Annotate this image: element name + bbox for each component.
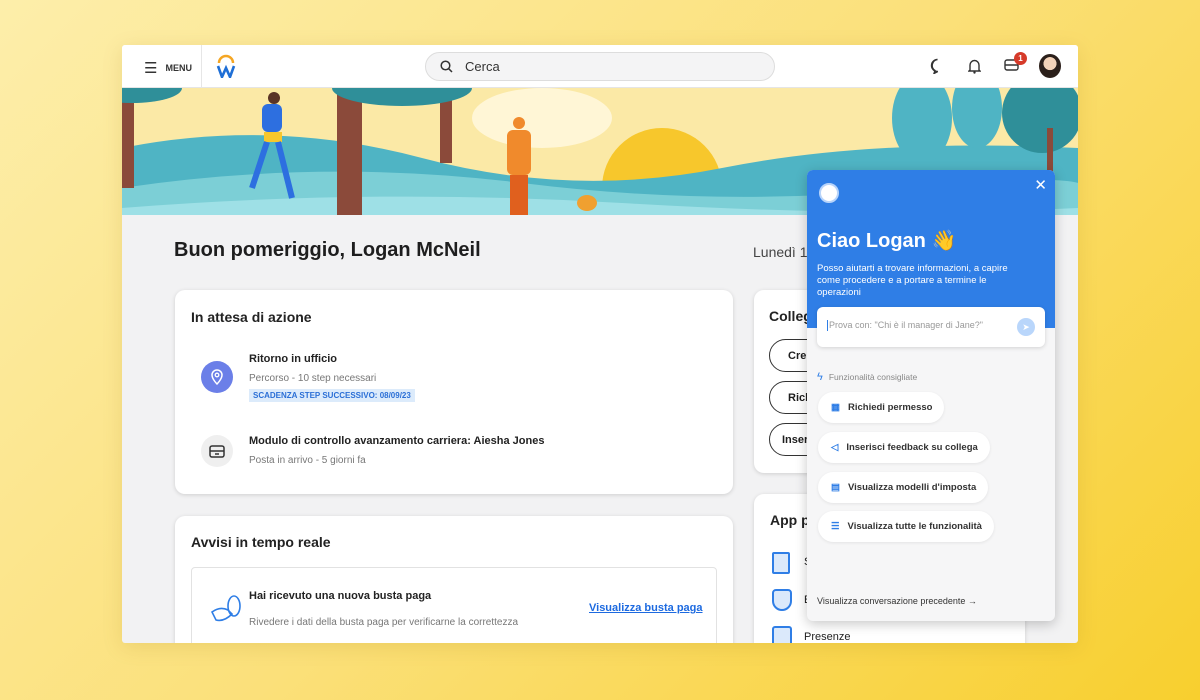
date-label: Lunedì 17 bbox=[753, 244, 816, 260]
close-icon[interactable]: ✕ bbox=[1034, 176, 1047, 194]
action-tax-forms[interactable]: ▤ Visualizza modelli d'imposta bbox=[818, 472, 989, 503]
assistant-greeting: Ciao Logan 👋 bbox=[817, 230, 957, 252]
payslip-hand-icon bbox=[210, 595, 241, 622]
previous-conversation-link[interactable]: Visualizza conversazione precedente → bbox=[817, 596, 977, 606]
awaiting-action-card: In attesa di azione Ritorno in ufficio P… bbox=[175, 290, 733, 494]
alert-item: Hai ricevuto una nuova busta paga Rivede… bbox=[191, 567, 717, 643]
item-subtitle: Posta in arrivo - 5 giorni fa bbox=[249, 455, 366, 466]
app-window: ☰ MENU Cerca 1 Buon pomeriggio, Logan Mc… bbox=[122, 45, 1078, 643]
inbox-icon bbox=[201, 435, 233, 467]
suggested-label: ϟ Funzionalità consigliate bbox=[817, 371, 917, 383]
card-title: Colleg bbox=[769, 308, 812, 324]
item-title: Ritorno in ufficio bbox=[249, 353, 337, 365]
send-icon[interactable]: ➤ bbox=[1017, 318, 1035, 336]
chat-icon[interactable] bbox=[930, 58, 945, 74]
shield-app-icon bbox=[772, 589, 792, 611]
document-app-icon bbox=[772, 552, 790, 574]
card-title: Avvisi in tempo reale bbox=[191, 534, 331, 550]
notification-badge: 1 bbox=[1014, 52, 1027, 65]
stack-icon: ☰ bbox=[831, 521, 840, 532]
menu-button[interactable]: ☰ MENU bbox=[144, 59, 192, 77]
walker-figure bbox=[507, 117, 531, 215]
search-input[interactable]: Cerca bbox=[425, 52, 775, 81]
location-pin-icon bbox=[201, 361, 233, 393]
action-label: Inserisci feedback su collega bbox=[846, 442, 978, 453]
item-title: Modulo di controllo avanzamento carriera… bbox=[249, 435, 545, 447]
action-peer-feedback[interactable]: ◁ Inserisci feedback su collega bbox=[818, 432, 990, 463]
action-label: Richiedi permesso bbox=[847, 402, 933, 413]
action-label: Visualizza modelli d'imposta bbox=[847, 482, 977, 493]
card-title: In attesa di azione bbox=[191, 309, 312, 325]
due-tag: SCADENZA STEP SUCCESSIVO: 08/09/23 bbox=[249, 389, 415, 402]
search-placeholder: Cerca bbox=[465, 59, 500, 74]
clock-app-icon bbox=[772, 626, 792, 643]
avatar[interactable] bbox=[1039, 54, 1061, 78]
divider bbox=[201, 45, 202, 88]
app-label[interactable]: Presenze bbox=[804, 631, 850, 643]
lightning-icon: ϟ bbox=[817, 371, 823, 383]
input-placeholder: Prova con: "Chi è il manager di Jane?" bbox=[829, 320, 983, 330]
document-icon: ▤ bbox=[831, 482, 840, 493]
page-title: Buon pomeriggio, Logan McNeil bbox=[174, 239, 481, 261]
alert-title: Hai ricevuto una nuova busta paga bbox=[249, 590, 432, 602]
workday-logo[interactable] bbox=[216, 54, 236, 78]
search-icon bbox=[440, 60, 453, 73]
list-item[interactable]: Modulo di controllo avanzamento carriera… bbox=[249, 435, 544, 466]
list-item[interactable]: Ritorno in ufficio Percorso - 10 step ne… bbox=[249, 353, 415, 403]
hamburger-icon: ☰ bbox=[144, 60, 158, 77]
assistant-panel: ✕ Ciao Logan 👋 Posso aiutarti a trovare … bbox=[807, 170, 1055, 621]
suggested-text: Funzionalità consigliate bbox=[828, 372, 918, 382]
megaphone-icon: ◁ bbox=[831, 442, 839, 453]
assistant-input[interactable]: Prova con: "Chi è il manager di Jane?" ➤ bbox=[817, 307, 1045, 347]
action-request-time-off[interactable]: ▦ Richiedi permesso bbox=[818, 392, 945, 423]
assistant-logo bbox=[819, 183, 839, 203]
realtime-alerts-card: Avvisi in tempo reale Hai ricevuto una n… bbox=[175, 516, 733, 643]
item-subtitle: Percorso - 10 step necessari bbox=[249, 373, 377, 384]
action-label: Visualizza tutte le funzionalità bbox=[847, 521, 982, 532]
text-cursor bbox=[827, 320, 828, 332]
menu-label: MENU bbox=[165, 63, 192, 73]
top-bar: ☰ MENU Cerca 1 bbox=[122, 45, 1078, 88]
bell-icon[interactable] bbox=[968, 58, 981, 74]
action-all-features[interactable]: ☰ Visualizza tutte le funzionalità bbox=[818, 511, 994, 542]
view-payslip-link[interactable]: Visualizza busta paga bbox=[589, 602, 703, 614]
calendar-icon: ▦ bbox=[831, 402, 840, 413]
assistant-description: Posso aiutarti a trovare informazioni, a… bbox=[817, 263, 1008, 298]
alert-subtitle: Rivedere i dati della busta paga per ver… bbox=[249, 617, 519, 628]
